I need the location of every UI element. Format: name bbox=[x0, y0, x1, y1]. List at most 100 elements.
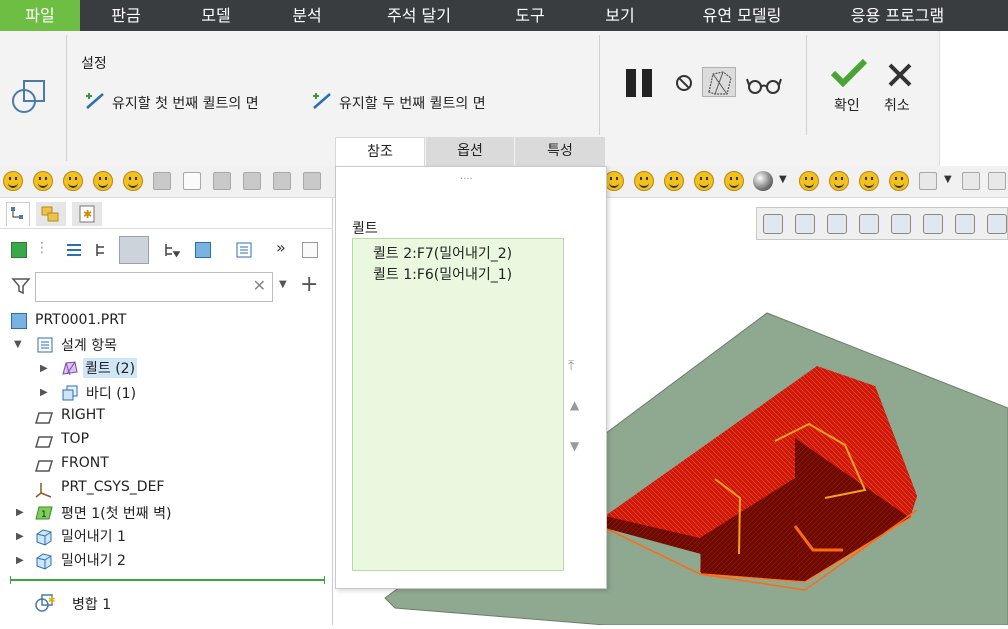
smiley-icon[interactable] bbox=[694, 171, 714, 191]
tree-item-design-items[interactable]: 설계 항목 bbox=[61, 335, 117, 355]
move-to-top-icon[interactable]: ⤒ bbox=[568, 358, 574, 374]
first-quilt-face-collector[interactable]: 유지할 첫 번째 퀼트의 면 bbox=[112, 93, 259, 113]
expand-arrow-icon[interactable]: ▶ bbox=[16, 550, 24, 572]
filter-icon[interactable] bbox=[11, 276, 31, 296]
menu-tab-annotate[interactable]: 주석 달기 bbox=[372, 0, 466, 31]
menu-tab-view[interactable]: 보기 bbox=[590, 0, 650, 31]
tree-item-extrude-1[interactable]: 밀어내기 1 bbox=[61, 526, 126, 546]
tree-item-front[interactable]: FRONT bbox=[61, 455, 109, 471]
regenerate-icon[interactable] bbox=[303, 172, 321, 190]
menu-tab-file[interactable]: 파일 bbox=[0, 0, 80, 31]
zoom-out-icon[interactable] bbox=[827, 214, 847, 234]
panel-grip[interactable]: .... bbox=[460, 171, 473, 182]
smiley-icon[interactable] bbox=[604, 171, 624, 191]
move-up-icon[interactable]: ▲ bbox=[570, 398, 579, 412]
smiley-icon[interactable] bbox=[93, 171, 113, 191]
dropdown-arrow-icon[interactable]: ▼ bbox=[779, 174, 787, 185]
tree-item-top[interactable]: TOP bbox=[61, 431, 89, 447]
tree-item-bodies[interactable]: 바디 (1) bbox=[86, 383, 136, 403]
zoom-in-icon[interactable] bbox=[795, 214, 815, 234]
smiley-icon[interactable] bbox=[3, 171, 23, 191]
search-input[interactable]: ✕ bbox=[35, 272, 273, 302]
expand-arrow-icon[interactable]: ▶ bbox=[40, 382, 48, 404]
saved-views-icon[interactable] bbox=[923, 214, 943, 234]
section-icon[interactable] bbox=[987, 214, 1007, 234]
more-chevron-icon[interactable]: » bbox=[276, 238, 286, 257]
tree-item-extrude-2[interactable]: 밀어내기 2 bbox=[61, 550, 126, 570]
layer-tree-tab-icon[interactable] bbox=[36, 202, 66, 226]
smiley-icon[interactable] bbox=[889, 171, 909, 191]
ok-button[interactable]: 확인 bbox=[826, 57, 872, 119]
tree-item-quilts[interactable]: 퀼트 (2) bbox=[83, 358, 138, 378]
verify-mode-icon[interactable] bbox=[702, 67, 736, 97]
tree-expand-icon[interactable] bbox=[94, 242, 110, 258]
tree-item-flat-wall[interactable]: 평면 1(첫 번째 벽) bbox=[61, 503, 171, 523]
menu-tab-analysis[interactable]: 분석 bbox=[277, 0, 337, 31]
insert-indicator[interactable] bbox=[10, 576, 325, 584]
smiley-icon[interactable] bbox=[33, 171, 53, 191]
smiley-icon[interactable] bbox=[799, 171, 819, 191]
paste-icon[interactable] bbox=[153, 172, 171, 190]
document-icon[interactable] bbox=[302, 242, 318, 258]
tab-options[interactable]: 옵션 bbox=[426, 137, 514, 166]
columns-icon[interactable] bbox=[195, 242, 211, 258]
save-copy-icon[interactable] bbox=[273, 172, 291, 190]
list-item[interactable]: 퀼트 1:F6(밀어내기_1) bbox=[373, 264, 512, 284]
favorites-tab-icon[interactable]: ✱ bbox=[72, 202, 102, 226]
smiley-icon[interactable] bbox=[123, 171, 143, 191]
settings-list-icon[interactable] bbox=[236, 242, 252, 258]
svg-text:✱: ✱ bbox=[48, 596, 56, 606]
glasses-icon[interactable] bbox=[746, 75, 782, 95]
menu-tab-flexible-modeling[interactable]: 유연 모델링 bbox=[682, 0, 802, 31]
list-item[interactable]: 퀼트 2:F7(밀어내기_2) bbox=[373, 243, 512, 263]
zoom-fit-icon[interactable] bbox=[763, 214, 783, 234]
menu-tab-model[interactable]: 모델 bbox=[186, 0, 246, 31]
smiley-icon[interactable] bbox=[634, 171, 654, 191]
quilt-list[interactable]: 퀼트 2:F7(밀어내기_2) 퀼트 1:F6(밀어내기_1) bbox=[352, 238, 564, 571]
new-file-icon[interactable] bbox=[183, 172, 201, 190]
expand-arrow-icon[interactable]: ▶ bbox=[16, 526, 24, 548]
expand-arrow-icon[interactable]: ▶ bbox=[16, 502, 24, 524]
tree-item-merge-1[interactable]: 병합 1 bbox=[72, 594, 111, 614]
collapse-arrow-icon[interactable]: ▼ bbox=[14, 334, 22, 356]
measure-icon[interactable] bbox=[919, 172, 937, 190]
reorient-icon[interactable] bbox=[891, 214, 911, 234]
grip-icon: ⋮ bbox=[35, 240, 49, 256]
smiley-icon[interactable] bbox=[664, 171, 684, 191]
svg-text:1: 1 bbox=[41, 510, 47, 520]
smiley-icon[interactable] bbox=[859, 171, 879, 191]
cancel-button[interactable]: 취소 bbox=[878, 57, 922, 119]
filter-dropdown-icon[interactable]: ▼ bbox=[279, 279, 287, 290]
second-quilt-face-collector[interactable]: 유지할 두 번째 퀼트의 면 bbox=[339, 93, 486, 113]
expand-arrow-icon[interactable]: ▶ bbox=[40, 358, 48, 380]
show-icon[interactable] bbox=[119, 236, 149, 264]
move-down-icon[interactable]: ▼ bbox=[570, 439, 579, 453]
tree-item-right[interactable]: RIGHT bbox=[61, 407, 105, 423]
no-preview-icon[interactable] bbox=[676, 75, 692, 91]
open-icon[interactable] bbox=[243, 172, 261, 190]
clear-icon[interactable]: ✕ bbox=[253, 276, 266, 295]
display-style-icon[interactable] bbox=[955, 214, 975, 234]
part-green-icon[interactable] bbox=[11, 242, 27, 258]
sphere-icon[interactable] bbox=[753, 171, 773, 191]
model-tree-tab-icon[interactable] bbox=[6, 202, 30, 226]
list-view-icon[interactable] bbox=[66, 242, 82, 258]
save-icon[interactable] bbox=[213, 172, 231, 190]
menu-tab-applications[interactable]: 응용 프로그램 bbox=[830, 0, 965, 31]
menu-tab-tools[interactable]: 도구 bbox=[500, 0, 560, 31]
smiley-icon[interactable] bbox=[829, 171, 849, 191]
smiley-icon[interactable] bbox=[63, 171, 83, 191]
rotate-icon[interactable] bbox=[988, 172, 1006, 190]
dropdown-arrow-icon[interactable]: ▼ bbox=[944, 174, 952, 185]
tree-item-prt0001[interactable]: PRT0001.PRT bbox=[35, 312, 127, 328]
menu-tab-sheetmetal[interactable]: 판금 bbox=[96, 0, 156, 31]
tab-references[interactable]: 참조 bbox=[335, 137, 425, 166]
pause-icon[interactable] bbox=[626, 69, 656, 97]
repaint-icon[interactable] bbox=[859, 214, 879, 234]
add-icon[interactable]: + bbox=[300, 272, 318, 297]
sketch-icon[interactable] bbox=[962, 172, 980, 190]
tree-filter-icon[interactable] bbox=[164, 242, 181, 258]
tree-item-csys[interactable]: PRT_CSYS_DEF bbox=[61, 479, 164, 495]
smiley-icon[interactable] bbox=[724, 171, 744, 191]
tab-properties[interactable]: 특성 bbox=[515, 137, 605, 166]
